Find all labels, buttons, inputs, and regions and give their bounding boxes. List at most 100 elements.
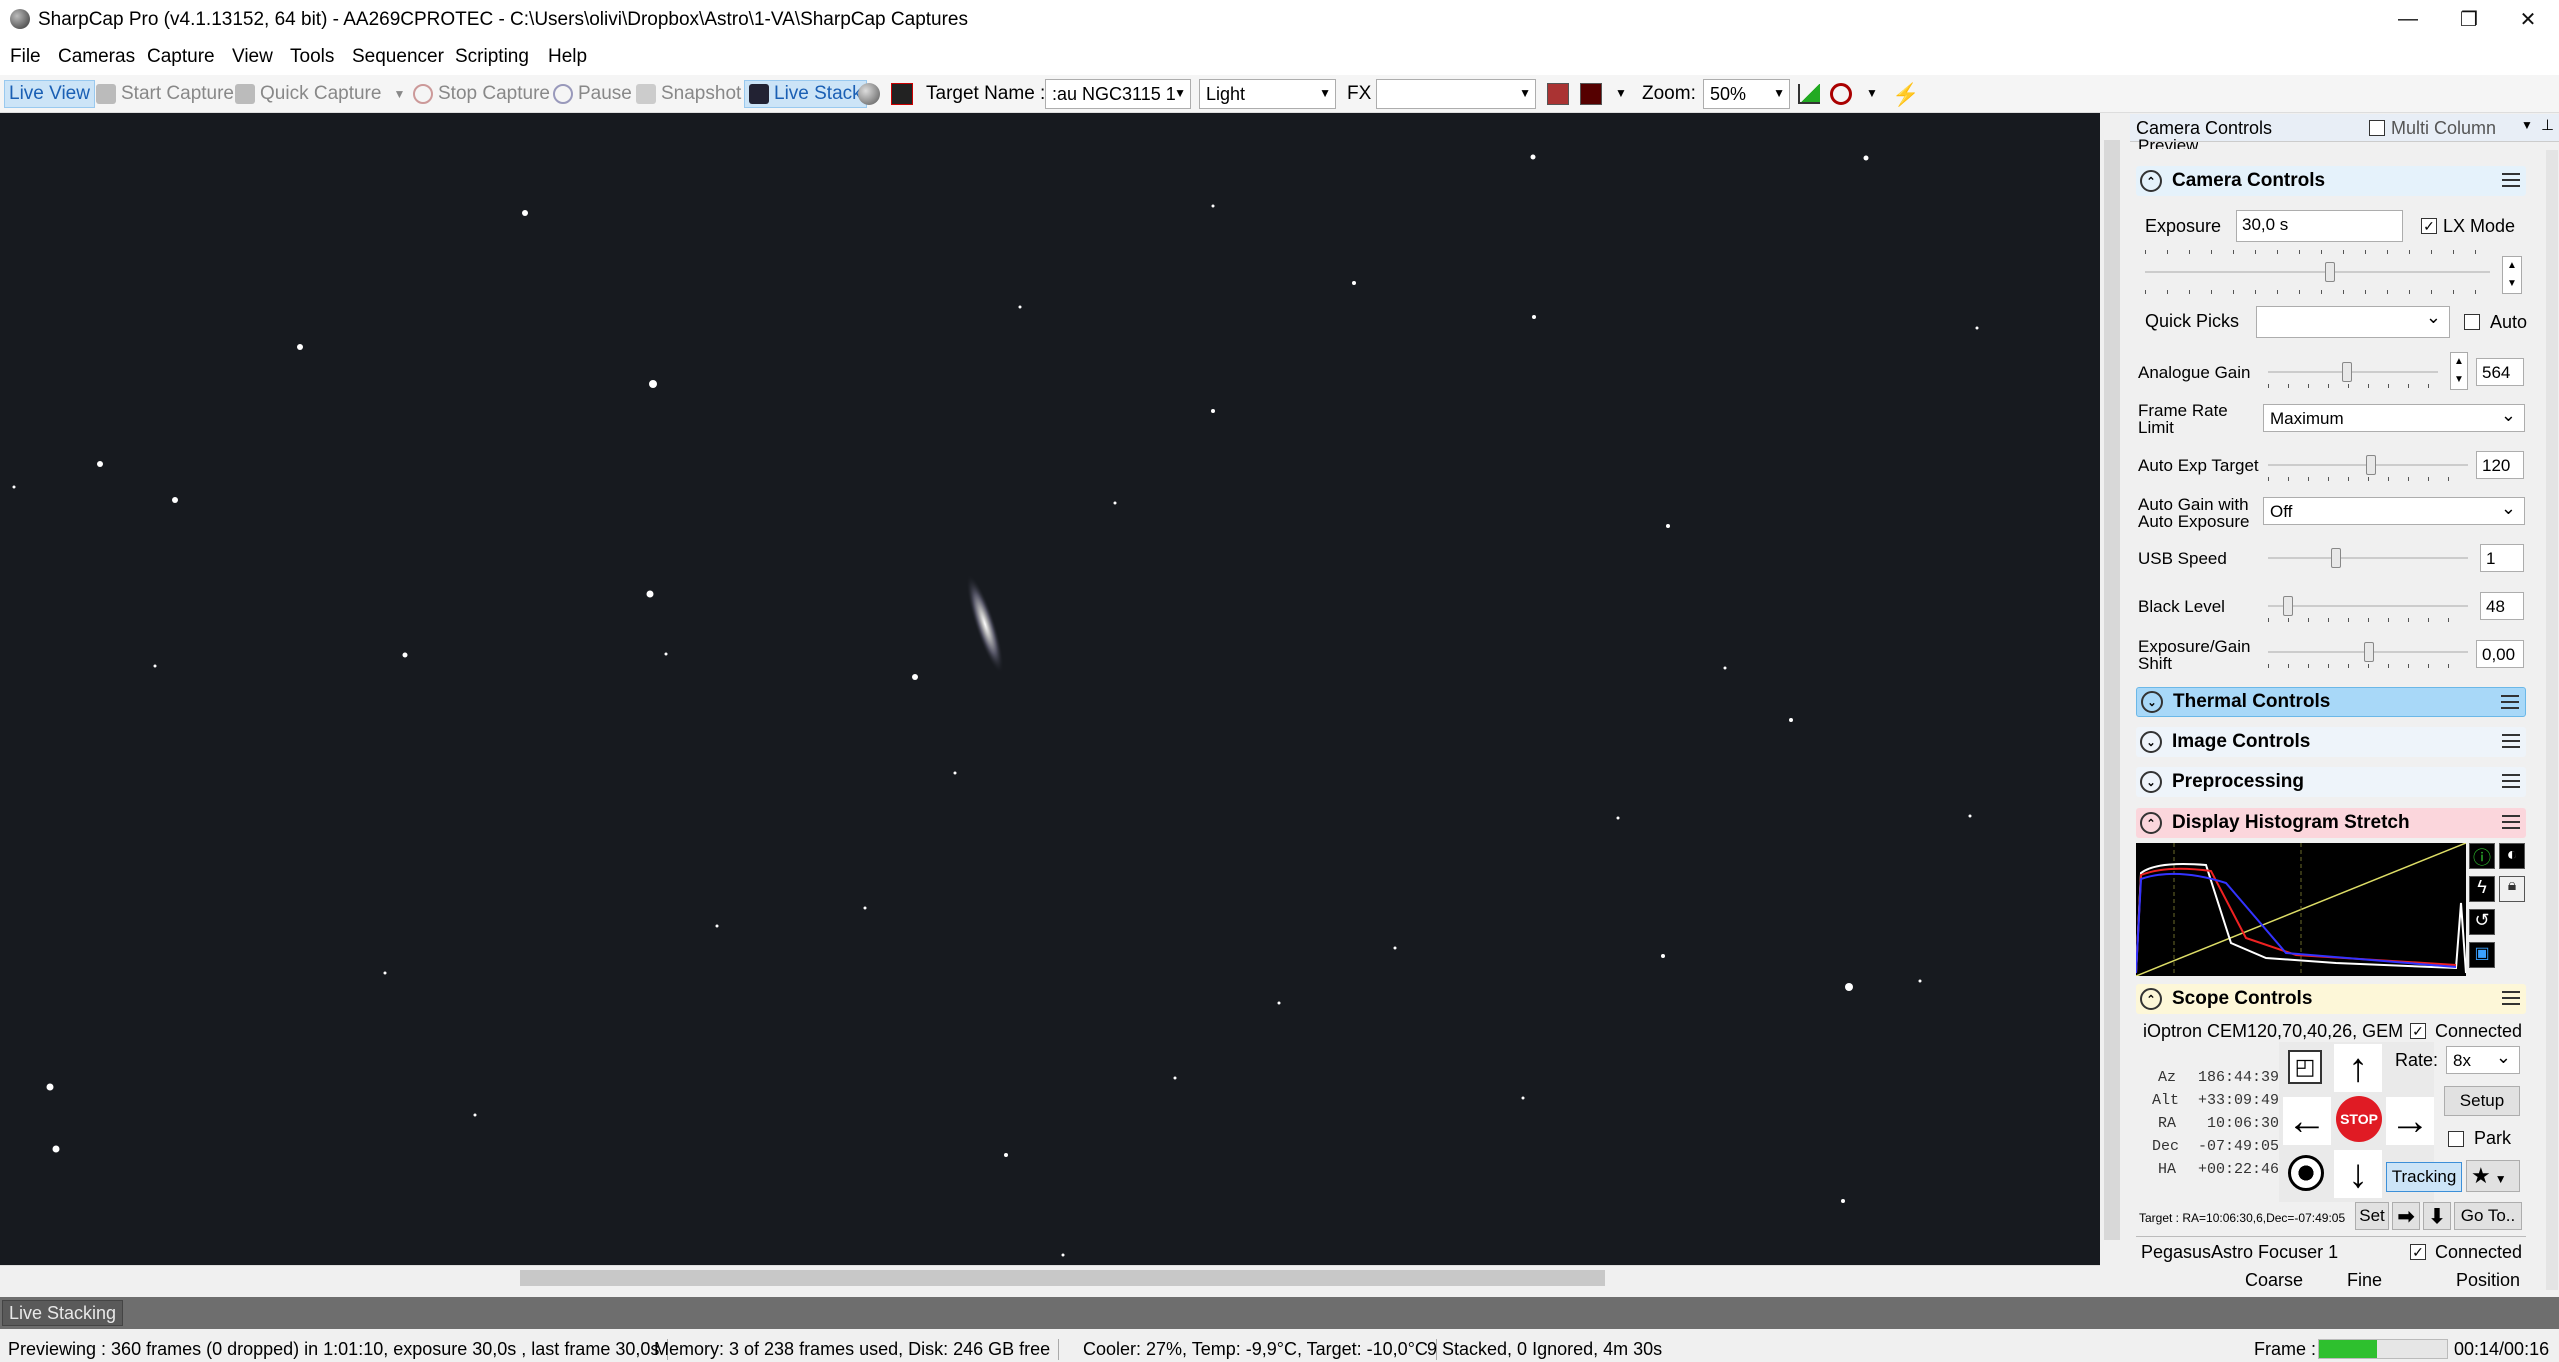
menu-file[interactable]: File	[10, 46, 41, 68]
quick-capture-button[interactable]: Quick Capture ▼	[235, 80, 405, 108]
panel-scrollbar[interactable]	[2546, 150, 2558, 1290]
analogue-gain-input[interactable]: 564	[2476, 358, 2524, 386]
slew-right-icon[interactable]: ➡	[2392, 1202, 2420, 1230]
menu-capture[interactable]: Capture	[147, 46, 215, 68]
spiral-search-icon[interactable]: ◰	[2288, 1050, 2322, 1084]
menu-help[interactable]: Help	[548, 46, 587, 68]
zoom-combo[interactable]: 50% ▼	[1703, 79, 1790, 109]
vertical-scroll-thumb[interactable]	[2104, 140, 2120, 1240]
analogue-gain-slider[interactable]	[2268, 362, 2438, 388]
exp-gain-shift-slider[interactable]	[2268, 642, 2468, 668]
set-button[interactable]: Set	[2355, 1202, 2389, 1230]
south-arrow-button[interactable]: ↓	[2334, 1150, 2382, 1198]
menu-scripting[interactable]: Scripting	[455, 46, 529, 68]
menu-icon[interactable]	[2502, 173, 2520, 187]
snapshot-button[interactable]: Snapshot	[636, 80, 741, 108]
collapse-icon[interactable]: ⌃	[2140, 988, 2162, 1010]
stop-capture-button[interactable]: Stop Capture	[413, 80, 550, 108]
moon-icon[interactable]	[858, 83, 880, 105]
start-capture-button[interactable]: Start Capture	[96, 80, 234, 108]
exp-gain-shift-input[interactable]: 0,00	[2476, 640, 2524, 668]
magnifier-icon[interactable]	[1830, 83, 1852, 105]
plug-icon[interactable]: ⚡	[1892, 82, 1919, 108]
expand-icon[interactable]: ⌄	[2140, 731, 2162, 753]
pause-button[interactable]: Pause	[553, 80, 632, 108]
east-arrow-button[interactable]: →	[2386, 1097, 2434, 1145]
usb-speed-slider[interactable]	[2268, 548, 2468, 568]
mount-connected-checkbox[interactable]: ✓	[2410, 1023, 2426, 1039]
auto-exp-target-input[interactable]: 120	[2476, 451, 2524, 479]
live-stack-button[interactable]: Live Stack	[744, 80, 867, 108]
black-level-slider[interactable]	[2268, 596, 2468, 622]
park-checkbox[interactable]	[2448, 1131, 2464, 1147]
lx-mode-checkbox[interactable]: ✓	[2421, 218, 2437, 234]
lock-icon[interactable]: 🔒︎	[2499, 876, 2525, 902]
quick-picks-dropdown[interactable]	[2256, 306, 2450, 338]
expand-icon[interactable]: ⌄	[2141, 691, 2163, 713]
auto-exp-target-slider[interactable]	[2268, 455, 2468, 481]
auto-exposure-checkbox[interactable]	[2464, 314, 2480, 330]
home-target-icon[interactable]	[2288, 1155, 2324, 1191]
histogram-icon[interactable]	[1798, 84, 1820, 104]
frame-type-combo[interactable]: Light ▼	[1199, 79, 1336, 109]
lightning-icon[interactable]: ϟ	[2469, 876, 2495, 902]
target-name-combo[interactable]: :au NGC3115 1 ▼	[1045, 79, 1191, 109]
collapse-icon[interactable]: ⌃	[2140, 812, 2162, 834]
menu-icon[interactable]	[2501, 695, 2519, 709]
minimize-button[interactable]: —	[2377, 0, 2439, 38]
ngc-icon[interactable]	[891, 83, 913, 105]
menu-icon[interactable]	[2502, 815, 2520, 829]
auto-gain-dropdown[interactable]: Off	[2263, 497, 2525, 525]
exposure-slider[interactable]	[2145, 262, 2490, 282]
chevron-down-icon[interactable]: ▼	[393, 87, 405, 101]
frame-rate-dropdown[interactable]: Maximum	[2263, 404, 2525, 432]
preprocessing-header[interactable]: ⌄ Preprocessing	[2136, 767, 2526, 797]
restore-button[interactable]: ❐	[2438, 0, 2500, 38]
north-arrow-button[interactable]: ↑	[2334, 1044, 2382, 1092]
fx-combo[interactable]: ▼	[1376, 79, 1536, 109]
menu-tools[interactable]: Tools	[290, 46, 334, 68]
usb-speed-input[interactable]: 1	[2480, 544, 2524, 572]
black-level-input[interactable]: 48	[2480, 592, 2524, 620]
gain-spinner[interactable]: ▲ ▼	[2450, 352, 2468, 390]
tracking-button[interactable]: Tracking	[2386, 1162, 2462, 1192]
reticle-icon[interactable]	[1547, 83, 1569, 105]
stop-button[interactable]: STOP	[2336, 1096, 2382, 1142]
collapse-icon[interactable]: ⌃	[2140, 170, 2162, 192]
reset-icon[interactable]: ↺	[2469, 909, 2495, 935]
focuser-connected-checkbox[interactable]: ✓	[2410, 1244, 2426, 1260]
histogram-display[interactable]	[2135, 842, 2467, 977]
setup-button[interactable]: Setup	[2444, 1086, 2520, 1116]
chevron-down-icon[interactable]: ▼	[2521, 118, 2533, 132]
save-icon[interactable]: ▣	[2469, 942, 2495, 968]
slew-down-icon[interactable]: ⬇	[2423, 1202, 2451, 1230]
menu-view[interactable]: View	[232, 46, 273, 68]
chevron-down-icon[interactable]: ▼	[1615, 86, 1627, 100]
rate-dropdown[interactable]: 8x	[2446, 1046, 2520, 1074]
menu-cameras[interactable]: Cameras	[58, 46, 135, 68]
menu-icon[interactable]	[2502, 774, 2520, 788]
close-button[interactable]: ✕	[2497, 0, 2559, 38]
exposure-input[interactable]: 30,0 s	[2236, 210, 2403, 242]
auto-stretch-icon[interactable]: ⓘ	[2469, 843, 2495, 869]
multi-column-checkbox[interactable]	[2369, 120, 2385, 136]
chevron-down-icon[interactable]: ▼	[1866, 86, 1878, 100]
histogram-stretch-header[interactable]: ⌃ Display Histogram Stretch	[2136, 808, 2526, 838]
focus-icon[interactable]	[1580, 83, 1602, 105]
menu-sequencer[interactable]: Sequencer	[352, 46, 444, 68]
tracking-rate-dropdown[interactable]: ★ ▼	[2466, 1160, 2520, 1192]
menu-icon[interactable]	[2502, 991, 2520, 1005]
expand-icon[interactable]: ⌄	[2140, 771, 2162, 793]
exposure-spinner[interactable]: ▲ ▼	[2502, 256, 2522, 294]
live-stacking-tab[interactable]: Live Stacking	[2, 1300, 124, 1326]
horizontal-scroll-thumb[interactable]	[520, 1270, 1605, 1286]
image-controls-header[interactable]: ⌄ Image Controls	[2136, 727, 2526, 757]
contrast-icon[interactable]: ◐	[2499, 843, 2525, 869]
goto-button[interactable]: Go To..	[2454, 1202, 2522, 1230]
live-view-button[interactable]: Live View	[4, 80, 95, 108]
live-view-image[interactable]	[0, 113, 2100, 1265]
west-arrow-button[interactable]: ←	[2283, 1097, 2331, 1145]
thermal-controls-header[interactable]: ⌄ Thermal Controls	[2136, 687, 2526, 717]
menu-icon[interactable]	[2502, 734, 2520, 748]
scope-controls-header[interactable]: ⌃ Scope Controls	[2136, 984, 2526, 1014]
